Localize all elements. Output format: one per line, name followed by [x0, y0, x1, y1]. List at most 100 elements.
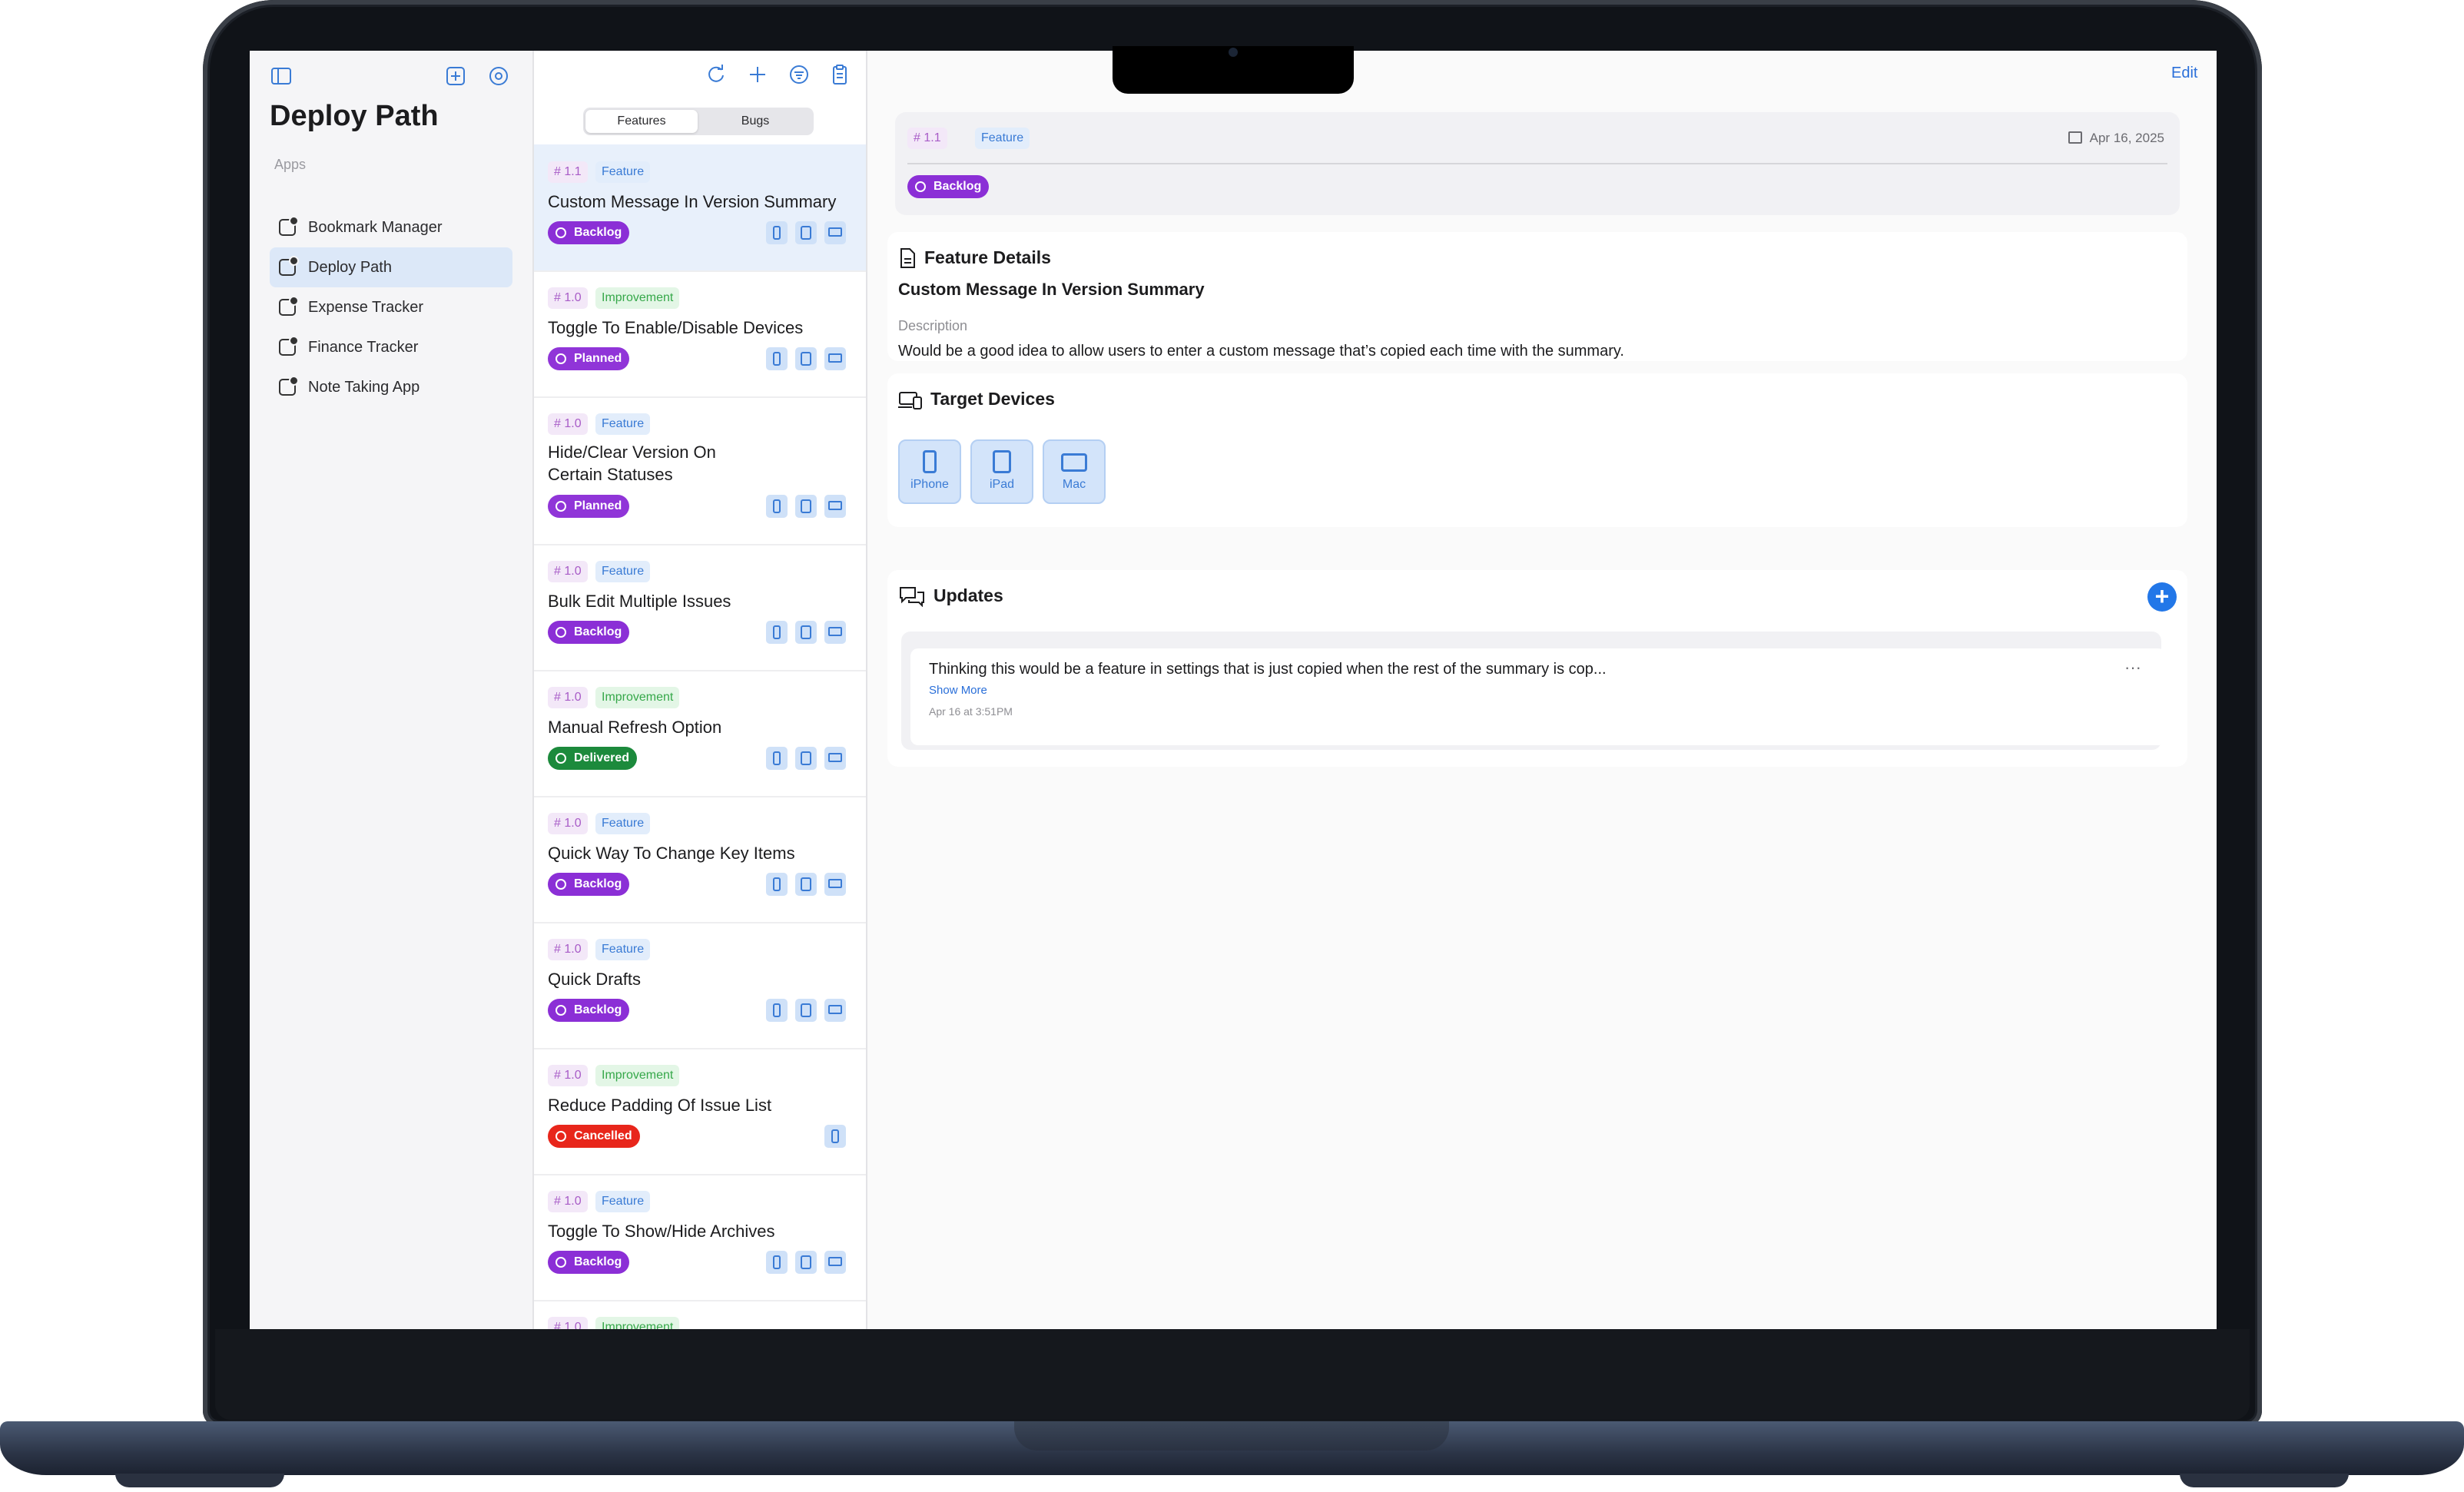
add-update-button[interactable]: + — [2147, 582, 2177, 612]
status-badge: Backlog — [907, 175, 990, 198]
device-label: iPhone — [910, 478, 949, 491]
mac-icon — [824, 1251, 846, 1274]
ipad-icon — [795, 873, 817, 896]
calendar-icon — [2068, 131, 2082, 144]
sidebar-item-note-taking-app[interactable]: Note Taking App — [270, 367, 512, 407]
document-icon — [900, 248, 915, 268]
sidebar-item-label: Bookmark Manager — [308, 218, 443, 236]
issue-row[interactable]: # 1.0 Feature Quick Drafts Backlog — [534, 922, 866, 1049]
iphone-icon — [766, 1251, 788, 1274]
version-tag: # 1.0 — [548, 687, 588, 708]
iphone-icon — [766, 999, 788, 1022]
app-icon — [279, 296, 299, 316]
type-tag: Improvement — [595, 687, 680, 708]
issue-row[interactable]: # 1.1 Feature Custom Message In Version … — [534, 144, 866, 272]
screen: Deploy Path Apps Bookmark Manager Deploy… — [250, 51, 2217, 1329]
mac-icon — [824, 873, 846, 896]
issue-list-pane: Features Bugs # 1.1 Feature Custom Messa… — [534, 51, 867, 1329]
issue-title: Manual Refresh Option — [548, 718, 722, 737]
sidebar-toggle-icon[interactable] — [270, 65, 293, 88]
issue-title: Quick Drafts — [548, 970, 642, 989]
ipad-icon — [795, 221, 817, 244]
sidebar-item-expense-tracker[interactable]: Expense Tracker — [270, 287, 512, 327]
sidebar-item-label: Finance Tracker — [308, 338, 419, 356]
description-text: Would be a good idea to allow users to e… — [898, 343, 1624, 360]
show-more-link[interactable]: Show More — [929, 684, 987, 697]
iphone-icon — [766, 495, 788, 518]
settings-icon[interactable] — [487, 65, 510, 88]
more-options-icon[interactable]: ··· — [2124, 658, 2141, 678]
sidebar-item-deploy-path[interactable]: Deploy Path — [270, 247, 512, 287]
add-issue-icon[interactable] — [746, 63, 769, 86]
version-tag: # 1.0 — [548, 939, 588, 960]
status-badge: Backlog — [548, 221, 630, 244]
sidebar-item-bookmark-manager[interactable]: Bookmark Manager — [270, 207, 512, 247]
tab-bugs[interactable]: Bugs — [699, 110, 811, 133]
issue-title: Toggle To Show/Hide Archives — [548, 1222, 775, 1241]
target-devices-heading: Target Devices — [930, 389, 1055, 409]
device-mac-button[interactable]: Mac — [1043, 439, 1106, 504]
description-label: Description — [898, 318, 968, 333]
issue-row[interactable]: # 1.0 Feature Bulk Edit Multiple Issues … — [534, 544, 866, 671]
version-tag: # 1.0 — [548, 813, 588, 834]
sidebar: Deploy Path Apps Bookmark Manager Deploy… — [250, 51, 534, 1329]
feature-details-heading: Feature Details — [924, 247, 1051, 267]
issue-title: Toggle To Enable/Disable Devices — [548, 318, 804, 337]
version-tag: # 1.1 — [548, 161, 588, 183]
issue-title: Reduce Padding Of Issue List — [548, 1096, 772, 1115]
status-badge: Planned — [548, 495, 630, 518]
issue-row[interactable]: # 1.0 Feature Toggle To Show/Hide Archiv… — [534, 1174, 866, 1301]
clipboard-icon[interactable] — [828, 63, 851, 86]
ipad-icon — [993, 450, 1011, 473]
tab-features[interactable]: Features — [585, 110, 698, 133]
target-devices-card: Target Devices iPhone iPad Mac — [887, 373, 2187, 527]
device-iphone-button[interactable]: iPhone — [898, 439, 961, 504]
version-tag: # 1.0 — [548, 413, 588, 435]
sidebar-item-label: Note Taking App — [308, 378, 420, 396]
device-ipad-button[interactable]: iPad — [970, 439, 1033, 504]
app-icon — [279, 376, 299, 396]
filter-icon[interactable] — [788, 63, 811, 86]
mac-icon — [824, 999, 846, 1022]
version-tag: # 1.0 — [548, 287, 588, 309]
edit-button[interactable]: Edit — [2171, 65, 2197, 82]
type-tag: Feature — [595, 413, 651, 435]
iphone-icon — [766, 621, 788, 644]
refresh-icon[interactable] — [705, 63, 728, 86]
device-label: Mac — [1062, 478, 1086, 491]
add-app-icon[interactable] — [444, 65, 467, 88]
update-item: Thinking this would be a feature in sett… — [910, 648, 2166, 745]
type-tag: Improvement — [595, 1065, 680, 1086]
status-badge: Backlog — [548, 621, 630, 644]
version-tag: # 1.0 — [548, 1065, 588, 1086]
status-badge: Cancelled — [548, 1125, 640, 1148]
updates-heading: Updates — [934, 585, 1003, 605]
mac-icon — [824, 621, 846, 644]
type-tag: Improvement — [595, 287, 680, 309]
ipad-icon — [795, 347, 817, 370]
iphone-icon — [766, 747, 788, 770]
issue-row[interactable]: # 1.0 Feature Quick Way To Change Key It… — [534, 796, 866, 923]
app-icon — [279, 336, 299, 356]
issue-row[interactable]: # 1.0 Improvement — [534, 1300, 866, 1329]
issue-row[interactable]: # 1.0 Improvement Toggle To Enable/Disab… — [534, 270, 866, 398]
version-tag: # 1.1 — [907, 128, 947, 149]
segmented-control: Features Bugs — [583, 108, 814, 135]
status-badge: Backlog — [548, 999, 630, 1022]
issue-title: Quick Way To Change Key Items — [548, 844, 795, 863]
issue-row[interactable]: # 1.0 Improvement Reduce Padding Of Issu… — [534, 1048, 866, 1175]
mac-icon — [824, 495, 846, 518]
feature-title: Custom Message In Version Summary — [898, 280, 1205, 299]
version-tag: # 1.0 — [548, 1191, 588, 1212]
laptop-foot-left — [115, 1474, 284, 1487]
issue-row[interactable]: # 1.0 Improvement Manual Refresh Option … — [534, 670, 866, 797]
sidebar-item-label: Expense Tracker — [308, 298, 424, 316]
issue-row[interactable]: # 1.0 Feature Hide/Clear Version On Cert… — [534, 396, 866, 545]
ipad-icon — [795, 999, 817, 1022]
ipad-icon — [795, 1251, 817, 1274]
app-icon — [279, 216, 299, 236]
type-tag: Feature — [975, 128, 1030, 149]
sidebar-item-finance-tracker[interactable]: Finance Tracker — [270, 327, 512, 367]
type-tag: Feature — [595, 813, 651, 834]
iphone-icon — [766, 221, 788, 244]
